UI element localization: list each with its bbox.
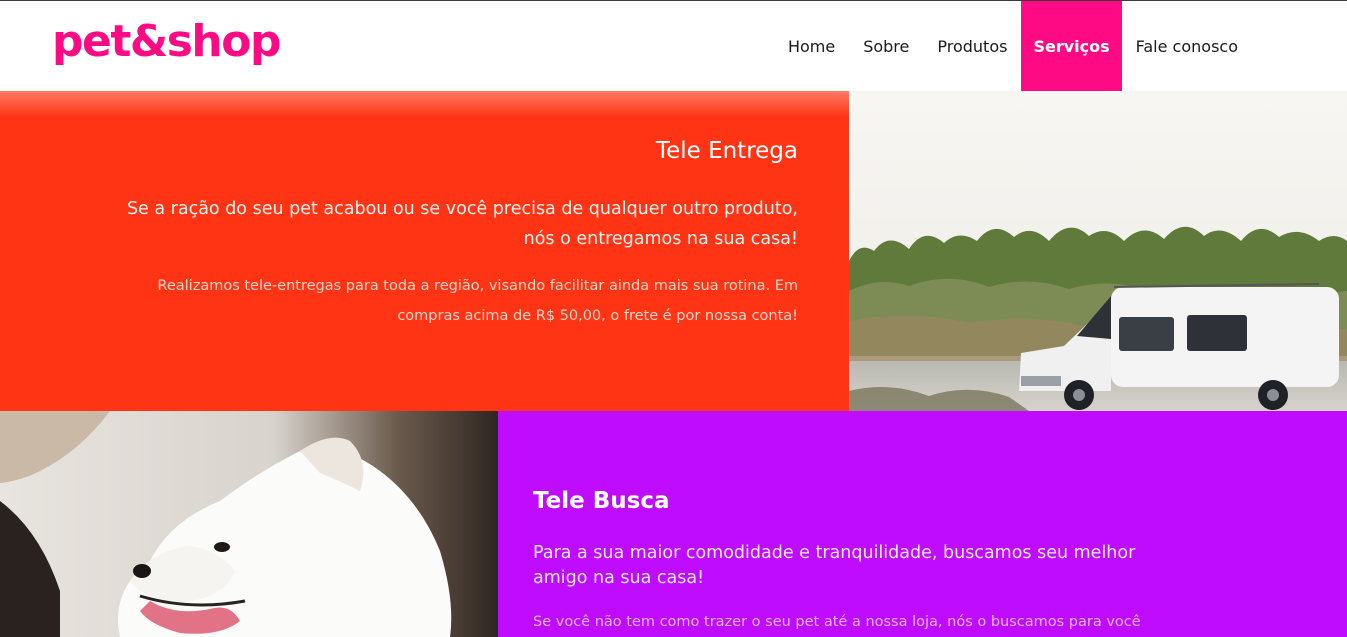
van-photo [849,91,1347,411]
tele-busca-lead: Para a sua maior comodidade e tranquilid… [533,543,1136,588]
service-tele-busca: Tele Busca Para a sua maior comodidade e… [0,411,1347,637]
tele-entrega-lead: Se a ração do seu pet acabou ou se você … [126,199,798,249]
tele-busca-panel: Tele Busca Para a sua maior comodidade e… [498,411,1347,637]
nav-home[interactable]: Home [774,1,849,91]
main-nav: Home Sobre Produtos Serviços Fale conosc… [774,1,1252,91]
logo[interactable]: pet&shop [52,16,281,68]
tele-entrega-title: Tele Entrega [655,138,798,164]
nav-sobre[interactable]: Sobre [849,1,923,91]
nav-servicos[interactable]: Serviços [1021,1,1122,91]
nav-produtos[interactable]: Produtos [923,1,1021,91]
tele-entrega-body: Realizamos tele-entregas para toda a reg… [157,278,798,324]
dog-photo [0,411,498,637]
van-image [849,91,1347,411]
nav-fale-conosco[interactable]: Fale conosco [1122,1,1252,91]
tele-entrega-panel: Tele Entrega Se a ração do seu pet acabo… [0,91,849,411]
service-tele-entrega: Tele Entrega Se a ração do seu pet acabo… [0,91,1347,411]
tele-busca-body: Se você não tem como trazer o seu pet at… [533,614,1141,630]
site-header: pet&shop Home Sobre Produtos Serviços Fa… [0,0,1347,91]
tele-busca-title: Tele Busca [533,488,670,514]
dog-image [0,411,498,637]
